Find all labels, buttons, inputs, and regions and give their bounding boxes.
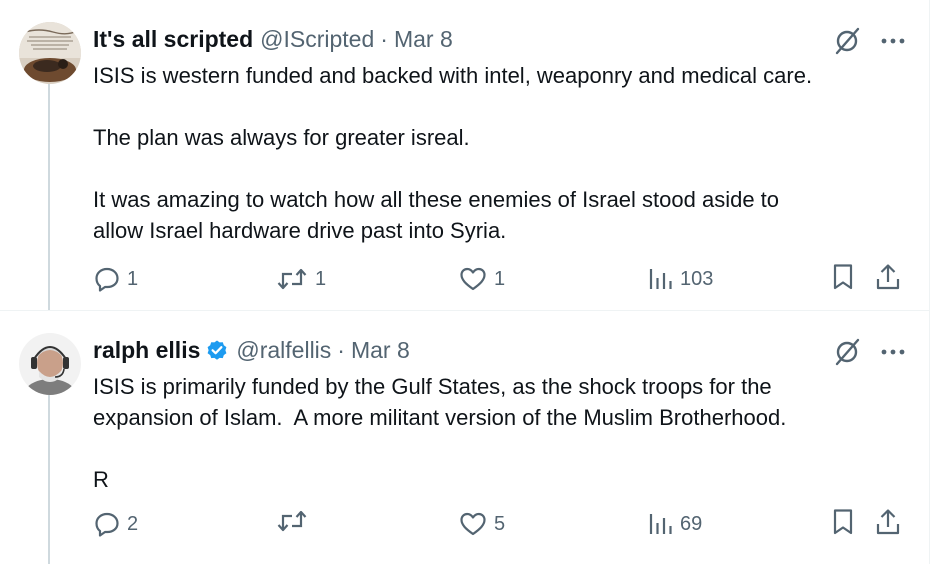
tweet-actions: 1 1 1 103 [93,262,908,298]
tweet-paragraph: It was amazing to watch how all these en… [93,187,780,243]
like-button[interactable]: 1 [458,262,505,296]
repost-icon [277,268,307,290]
repost-button[interactable]: 1 [275,262,326,296]
views-count: 69 [680,513,703,535]
avatar[interactable] [19,333,81,395]
repost-count: 1 [315,268,327,290]
bookmark-icon [833,264,853,290]
tweet-paragraph: The plan was always for greater isreal. [93,125,470,150]
share-button[interactable] [874,262,902,292]
tweet-top-actions [832,337,906,367]
like-count: 5 [494,513,506,535]
share-icon [876,264,900,290]
thread-line [48,395,50,564]
display-name[interactable]: ralph ellis [93,335,200,365]
separator-dot: · [380,26,388,52]
like-icon [460,512,486,536]
timestamp[interactable]: Mar 8 [351,335,410,365]
verified-badge-icon[interactable] [205,338,229,362]
views-icon [649,514,672,534]
tweet-text: ISIS is primarily funded by the Gulf Sta… [93,371,903,495]
timestamp[interactable]: Mar 8 [394,24,453,54]
handle[interactable]: @ralfellis [236,335,331,365]
tweet[interactable]: ralph ellis @ralfellis · Mar 8 ISIS is p… [0,310,930,564]
share-icon [876,509,900,535]
like-count: 1 [494,268,506,290]
world-stage-quote-avatar-icon [19,22,81,84]
bookmark-button[interactable] [830,507,856,537]
reply-count: 2 [127,513,139,535]
tweet-paragraph: ISIS is primarily funded by the Gulf Sta… [93,374,787,430]
tweet[interactable]: It's all scripted @IScripted · Mar 8 ISI… [0,0,930,310]
tweet-actions: 2 5 69 [93,507,908,543]
man-with-headset-avatar-icon [19,333,81,395]
views-count: 103 [680,268,714,290]
grok-icon[interactable] [832,26,862,56]
tweet-top-actions [832,26,906,56]
bookmark-button[interactable] [830,262,856,292]
like-icon [460,267,486,291]
more-icon[interactable] [880,348,906,356]
bookmark-icon [833,509,853,535]
reply-button[interactable]: 2 [93,507,138,541]
separator-dot: · [337,337,345,363]
display-name[interactable]: It's all scripted [93,24,253,54]
share-button[interactable] [874,507,902,537]
tweet-header: ralph ellis @ralfellis · Mar 8 [93,335,410,365]
reply-icon [95,267,119,292]
views-button[interactable]: 103 [648,262,713,296]
grok-icon[interactable] [832,337,862,367]
reply-button[interactable]: 1 [93,262,138,296]
tweet-text: ISIS is western funded and backed with i… [93,60,903,246]
tweet-header: It's all scripted @IScripted · Mar 8 [93,24,453,54]
handle[interactable]: @IScripted [260,24,374,54]
more-icon[interactable] [880,37,906,45]
reply-count: 1 [127,268,139,290]
repost-icon [277,510,307,532]
thread-line [48,84,50,310]
avatar[interactable] [19,22,81,84]
reply-icon [95,512,119,537]
tweet-paragraph: ISIS is western funded and backed with i… [93,63,813,88]
tweet-paragraph: R [93,467,109,492]
like-button[interactable]: 5 [458,507,505,541]
repost-button[interactable] [275,507,315,535]
views-button[interactable]: 69 [648,507,702,541]
views-icon [649,269,672,289]
